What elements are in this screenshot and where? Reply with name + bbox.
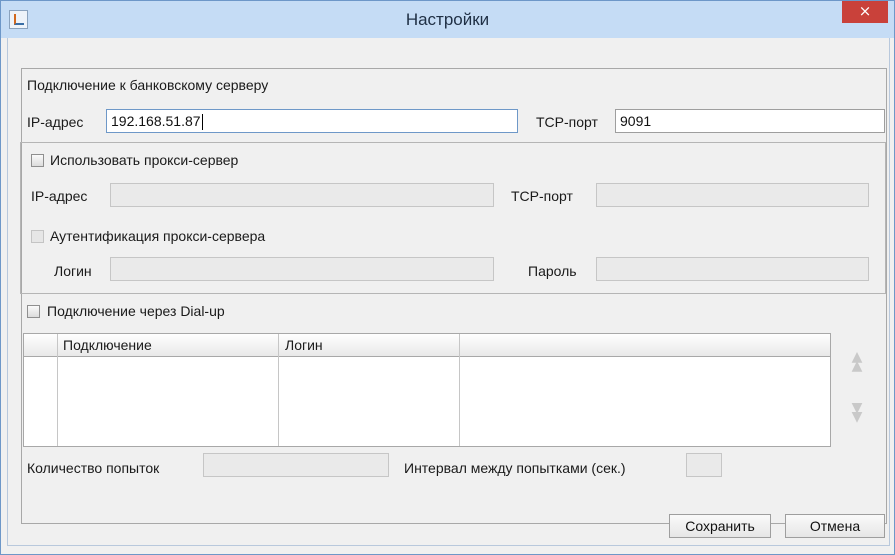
- bank-ip-value: 192.168.51.87: [111, 113, 201, 129]
- settings-panel: [21, 68, 887, 524]
- proxy-auth-checkbox[interactable]: [31, 230, 44, 243]
- attempts-label: Количество попыток: [27, 460, 160, 476]
- interval-label: Интервал между попытками (сек.): [404, 460, 626, 476]
- bank-ip-input[interactable]: 192.168.51.87: [106, 109, 518, 133]
- bank-tcp-value: 9091: [620, 113, 652, 129]
- window-title: Настройки: [405, 10, 490, 29]
- dialup-checkbox[interactable]: [27, 305, 40, 318]
- use-proxy-checkbox[interactable]: [31, 154, 44, 167]
- bank-server-section-label: Подключение к банковскому серверу: [27, 77, 269, 93]
- attempts-input[interactable]: [203, 453, 389, 477]
- proxy-password-label: Пароль: [528, 263, 577, 279]
- use-proxy-label[interactable]: Использовать прокси-сервер: [50, 152, 238, 168]
- column-header-connection[interactable]: Подключение: [57, 334, 152, 356]
- cancel-button[interactable]: Отмена: [785, 514, 885, 538]
- double-chevron-up-icon[interactable]: ▲ ▲: [847, 350, 867, 373]
- dialup-label[interactable]: Подключение через Dial-up: [47, 303, 225, 319]
- title-bar[interactable]: Настройки ×: [1, 1, 894, 38]
- bank-tcp-label: TCP-порт: [536, 114, 598, 130]
- bank-tcp-input[interactable]: 9091: [615, 109, 885, 133]
- proxy-login-label: Логин: [54, 263, 92, 279]
- column-header-login[interactable]: Логин: [279, 334, 323, 356]
- settings-dialog: Настройки × Подключение к банковскому се…: [0, 0, 895, 555]
- proxy-tcp-input[interactable]: [596, 183, 869, 207]
- table-column-select: [24, 334, 58, 446]
- interval-input[interactable]: [686, 453, 722, 477]
- proxy-ip-input[interactable]: [110, 183, 494, 207]
- proxy-tcp-label: TCP-порт: [511, 188, 573, 204]
- save-button[interactable]: Сохранить: [669, 514, 771, 538]
- proxy-ip-label: IP-адрес: [31, 188, 88, 204]
- proxy-login-input[interactable]: [110, 257, 494, 281]
- dialup-connections-table[interactable]: Подключение Логин: [23, 333, 831, 447]
- double-chevron-down-icon[interactable]: ▼ ▼: [847, 401, 867, 424]
- text-caret: [201, 114, 203, 131]
- close-button[interactable]: ×: [842, 1, 888, 23]
- bank-ip-label: IP-адрес: [27, 114, 84, 130]
- proxy-password-input[interactable]: [596, 257, 869, 281]
- proxy-auth-label[interactable]: Аутентификация прокси-сервера: [50, 228, 265, 244]
